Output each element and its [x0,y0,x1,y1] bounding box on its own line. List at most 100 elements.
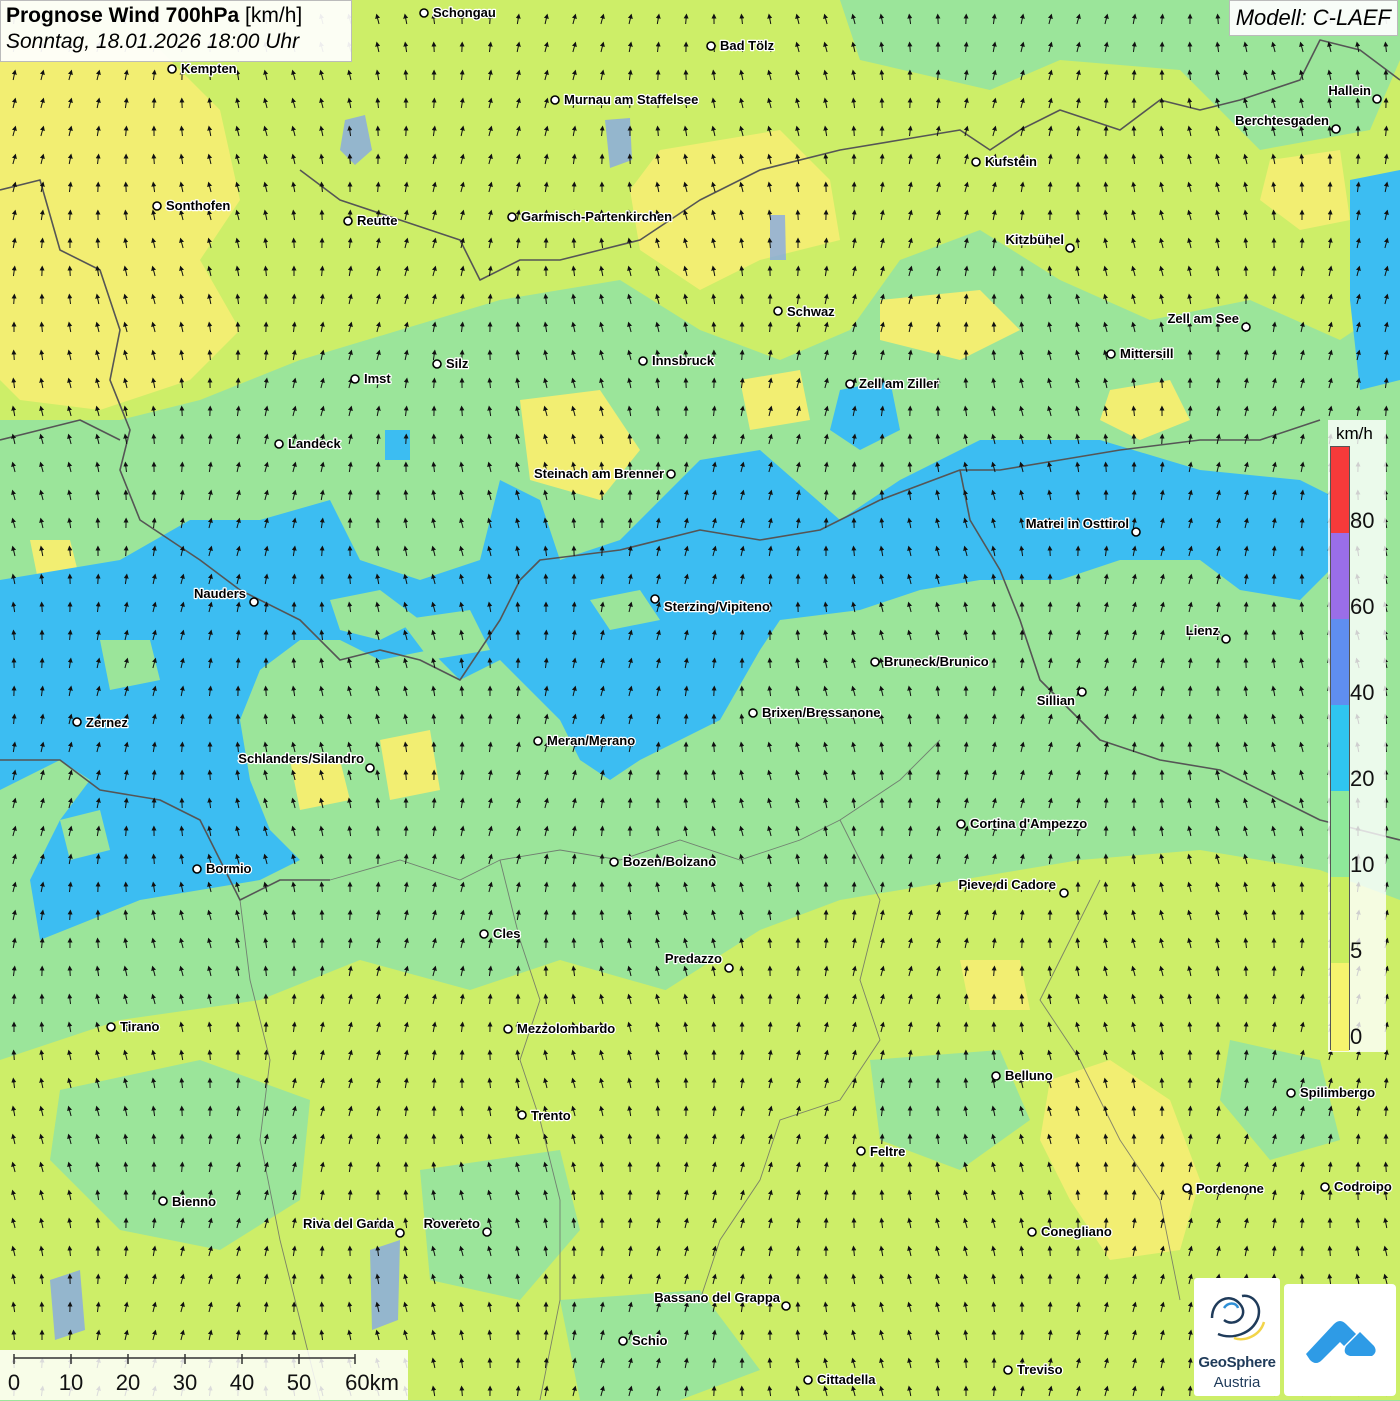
wind-arrow [714,744,715,752]
wind-arrow [1190,1388,1191,1396]
geosphere-logo[interactable]: GeoSphere Austria [1194,1278,1280,1396]
city-label: Imst [364,371,391,386]
city-conegliano: Conegliano [1028,1224,1112,1239]
wind-arrow [798,968,799,976]
city-label: Murnau am Staffelsee [564,92,698,107]
legend-label-0: 0 [1350,1024,1362,1050]
city-label: Treviso [1017,1362,1063,1377]
city-label: Zell am Ziller [859,376,938,391]
wind-arrow [1106,464,1107,472]
wind-arrow [1218,16,1219,24]
wind-arrow [98,520,99,528]
wind-arrow [378,184,379,192]
wind-arrow [322,1248,323,1256]
wind-arrow [602,1192,603,1200]
city-dot [107,1023,115,1031]
city-dot [159,1197,167,1205]
wind-arrow [462,1388,463,1396]
wind-arrow [574,940,575,948]
city-dot [1004,1366,1012,1374]
city-dot [193,865,201,873]
city-label: Innsbruck [652,353,715,368]
scale-label-50: 50 [287,1370,311,1396]
wind-arrow [770,660,771,668]
legend-swatch-80 [1331,447,1349,533]
wind-arrow [770,1360,771,1368]
app-logo[interactable] [1284,1284,1396,1396]
wind-arrow [322,548,323,556]
city-label: Zernez [86,715,128,730]
scale-label-10: 10 [59,1370,83,1396]
wind-arrow [378,1164,379,1172]
city-label: Sterzing/Vipiteno [664,599,770,614]
wind-arrow [294,240,295,248]
city-dot [610,858,618,866]
city-label: Schwaz [787,304,835,319]
city-dot [534,737,542,745]
wind-arrow [854,884,855,892]
city-dot [1321,1183,1329,1191]
city-label: Spilimbergo [1300,1085,1375,1100]
city-dot [551,96,559,104]
city-label: Sillian [1037,693,1075,708]
city-pordenone: Pordenone [1183,1181,1264,1196]
city-label: Codroipo [1334,1179,1392,1194]
wind-arrow [434,100,435,108]
wind-arrow [322,604,323,612]
city-label: Feltre [870,1144,905,1159]
city-label: Predazzo [665,951,722,966]
wind-arrow [518,268,519,276]
city-dot [1066,244,1074,252]
title-text: Prognose Wind 700hPa [6,4,239,27]
wind-arrow [182,744,183,752]
city-steinach-am-brenner: Steinach am Brenner [534,466,675,481]
map-title: Prognose Wind 700hPa [km/h] [6,4,346,28]
wind-arrow [1274,912,1275,920]
city-dot [804,1376,812,1384]
wind-arrow [1218,716,1219,724]
wind-arrow [182,464,183,472]
wind-arrow [1358,156,1359,164]
city-dot [1183,1184,1191,1192]
wind-arrow [14,296,15,304]
city-dot [153,202,161,210]
wind-arrow [1274,632,1275,640]
city-label: Lienz [1186,623,1220,638]
wind-arrow [1050,604,1051,612]
wind-arrow [882,1192,883,1200]
city-label: Mezzolombardo [517,1021,615,1036]
city-label: Bienno [172,1194,216,1209]
wind-arrow [1162,380,1163,388]
wind-arrow [574,884,575,892]
wind-arrow [210,772,211,780]
wind-arrow [854,128,855,136]
wind-map: SchongauBad TölzKemptenMurnau am Staffel… [0,0,1400,1400]
wind-arrow [1134,828,1135,836]
forecast-datetime: Sonntag, 18.01.2026 18:00 Uhr [6,30,346,54]
city-label: Schlanders/Silandro [238,751,364,766]
city-label: Kempten [181,61,237,76]
city-dot [1373,95,1381,103]
wind-arrow [1218,296,1219,304]
city-dot [518,1111,526,1119]
city-dot [774,307,782,315]
city-bozen-bolzano: Bozen/Bolzano [610,854,716,869]
wind-arrow [994,968,995,976]
wind-arrow [42,604,43,612]
wind-arrow [1246,1024,1247,1032]
wind-arrow [1302,184,1303,192]
wind-arrow [238,324,239,332]
wind-arrow [1162,1080,1163,1088]
city-murnau-am-staffelsee: Murnau am Staffelsee [551,92,698,107]
city-dot [1078,688,1086,696]
wind-arrow [462,408,463,416]
wind-arrow [1078,156,1079,164]
wind-arrow [1078,912,1079,920]
wind-arrow [126,828,127,836]
city-zell-am-ziller: Zell am Ziller [846,376,938,391]
city-label: Steinach am Brenner [534,466,664,481]
city-dot [275,440,283,448]
city-label: Cortina d'Ampezzo [970,816,1087,831]
wind-arrow [966,380,967,388]
city-label: Sonthofen [166,198,230,213]
